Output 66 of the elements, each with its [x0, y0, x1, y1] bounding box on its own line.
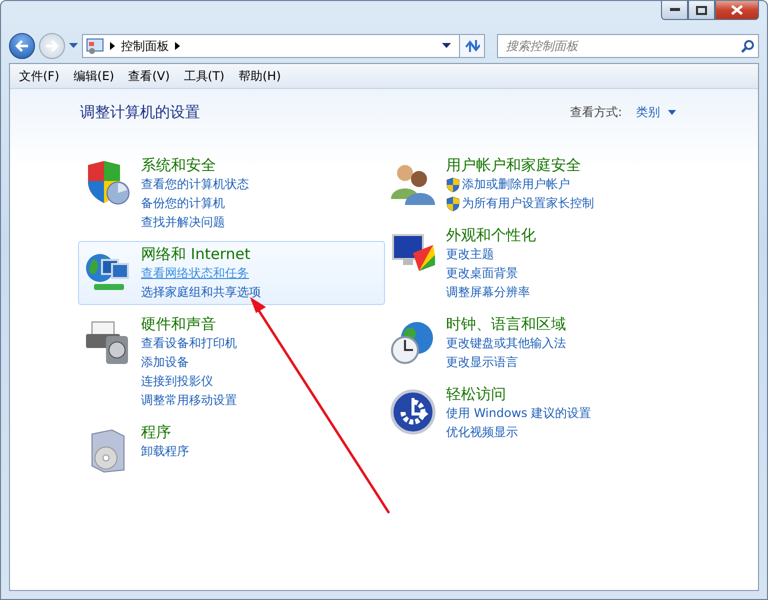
category-title[interactable]: 外观和个性化 [446, 225, 536, 245]
category-title[interactable]: 程序 [141, 422, 171, 442]
task-link[interactable]: 更改键盘或其他输入法 [446, 335, 566, 352]
menu-item[interactable]: 文件(F) [14, 66, 64, 86]
task-link[interactable]: 备份您的计算机 [141, 195, 225, 212]
task-link[interactable]: 连接到投影仪 [141, 373, 213, 390]
search-field[interactable]: 搜索控制面板 [497, 34, 759, 58]
close-button[interactable] [715, 1, 759, 20]
category-item[interactable]: 系统和安全 查看您的计算机状态 备份您的计算机 查找并解决问题 [78, 152, 385, 235]
category-item[interactable]: 用户帐户和家庭安全 添加或删除用户帐户 为所有用户设置家长控制 [383, 152, 690, 216]
task-link[interactable]: 查看设备和打印机 [141, 335, 237, 352]
task-link[interactable]: 添加设备 [141, 354, 189, 371]
refresh-arrows-icon [464, 39, 480, 53]
category-title[interactable]: 用户帐户和家庭安全 [446, 155, 581, 175]
menu-item[interactable]: 查看(V) [123, 66, 175, 86]
category-title[interactable]: 网络和 Internet [141, 244, 250, 264]
category-item[interactable]: 程序 卸载程序 [78, 419, 385, 477]
task-link[interactable]: 卸载程序 [141, 443, 189, 460]
view-by-label: 查看方式: [570, 104, 622, 121]
category-item[interactable]: 硬件和声音 查看设备和打印机 添加设备 连接到投影仪 调整常用移动设置 [78, 311, 385, 413]
task-link[interactable]: 更改主题 [446, 246, 494, 263]
minimize-button[interactable] [661, 1, 688, 20]
task-link[interactable]: 使用 Windows 建议的设置 [446, 405, 592, 422]
task-link[interactable]: 选择家庭组和共享选项 [141, 284, 261, 301]
category-item[interactable]: 时钟、语言和区域 更改键盘或其他输入法 更改显示语言 [383, 311, 690, 375]
task-link[interactable]: 优化视频显示 [446, 424, 518, 441]
maximize-icon [696, 6, 707, 14]
view-by-dropdown[interactable]: 类别 [636, 104, 676, 121]
back-button[interactable] [9, 33, 35, 59]
back-arrow-icon [15, 40, 29, 52]
menu-item[interactable]: 工具(T) [178, 66, 230, 86]
task-link[interactable]: 查找并解决问题 [141, 214, 225, 231]
category-item[interactable]: 轻松访问 使用 Windows 建议的设置 优化视频显示 [383, 381, 690, 445]
caret-icon [668, 110, 676, 115]
task-link[interactable]: 更改桌面背景 [446, 265, 518, 282]
page-heading: 调整计算机的设置 [80, 103, 200, 122]
menu-item[interactable]: 帮助(H) [234, 66, 286, 86]
breadcrumb-arrow-icon[interactable] [175, 42, 180, 50]
menu-item[interactable]: 编辑(E) [68, 66, 120, 86]
category-title[interactable]: 硬件和声音 [141, 314, 216, 334]
breadcrumb-arrow-icon[interactable] [110, 42, 115, 50]
search-icon[interactable] [741, 40, 754, 52]
task-link[interactable]: 添加或删除用户帐户 [462, 176, 570, 193]
task-link[interactable]: 查看网络状态和任务 [141, 265, 249, 282]
maximize-button[interactable] [688, 1, 715, 20]
category-title[interactable]: 时钟、语言和区域 [446, 314, 566, 334]
shield-icon [446, 176, 460, 192]
shield-icon [446, 196, 460, 212]
dropdown-caret-icon[interactable] [442, 43, 451, 49]
category-title[interactable]: 系统和安全 [141, 155, 216, 175]
task-link[interactable]: 调整常用移动设置 [141, 392, 237, 409]
task-link[interactable]: 查看您的计算机状态 [141, 176, 249, 193]
accessibility-icon [389, 388, 437, 436]
breadcrumb[interactable]: 控制面板 [121, 38, 169, 54]
control-panel-icon [86, 38, 104, 54]
minimize-icon [670, 8, 680, 12]
task-link[interactable]: 更改显示语言 [446, 354, 518, 371]
close-icon [731, 5, 743, 15]
refresh-button[interactable] [459, 34, 485, 58]
category-title[interactable]: 轻松访问 [446, 384, 506, 404]
forward-arrow-icon [45, 40, 59, 52]
task-link[interactable]: 调整屏幕分辨率 [446, 284, 530, 301]
address-bar[interactable]: 控制面板 [82, 34, 460, 58]
task-link[interactable]: 为所有用户设置家长控制 [462, 195, 594, 212]
category-item[interactable]: 网络和 Internet 查看网络状态和任务 选择家庭组和共享选项 [78, 241, 385, 305]
category-item[interactable]: 外观和个性化 更改主题 更改桌面背景 调整屏幕分辨率 [383, 222, 690, 305]
